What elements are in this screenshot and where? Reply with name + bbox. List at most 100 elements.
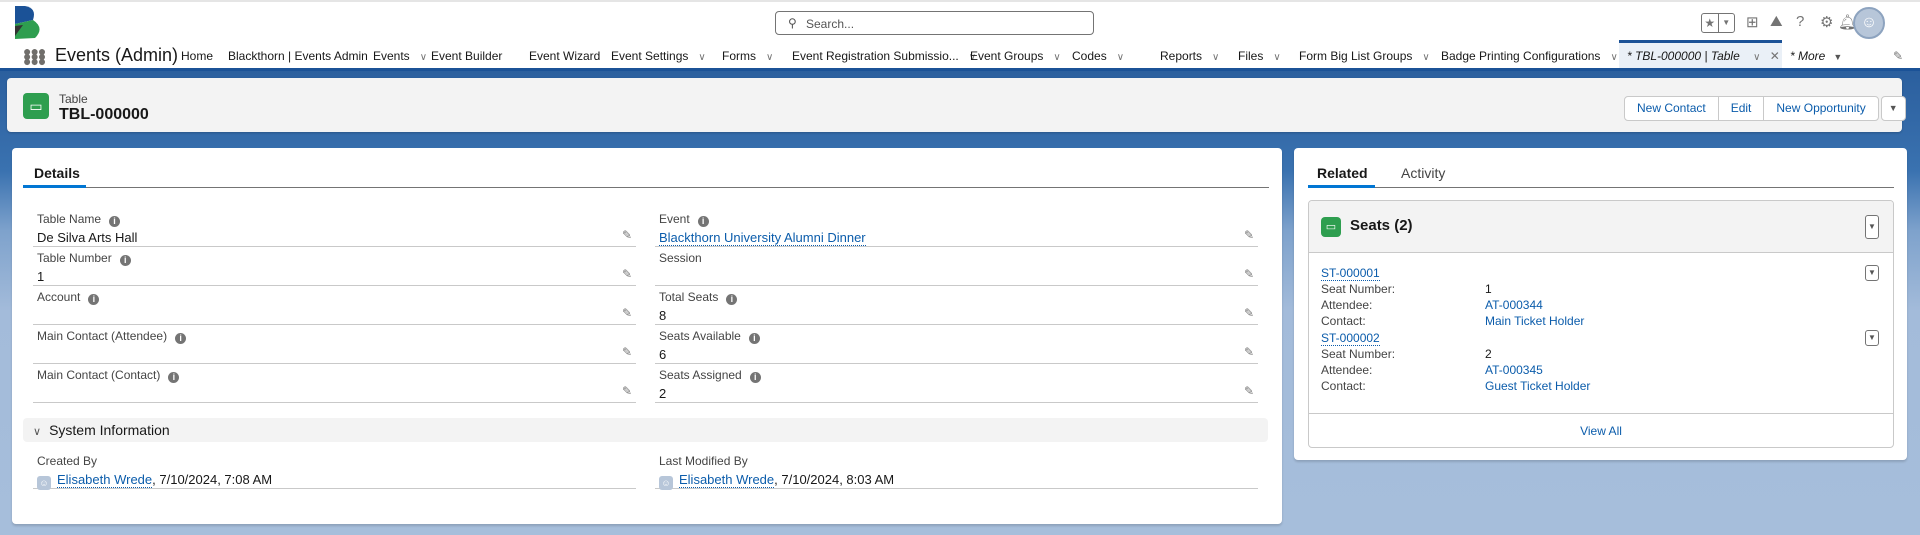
nav-item-label[interactable]: Event Settings [611, 49, 688, 63]
edit-pencil-icon[interactable]: ✎ [1244, 345, 1254, 359]
chevron-down-icon[interactable]: ∨ [1212, 52, 1219, 63]
nav-item-blackthorn-events-admin[interactable]: Blackthorn | Events Admin [228, 49, 368, 63]
chevron-down-icon[interactable]: ∨ [766, 52, 773, 63]
info-icon[interactable]: i [168, 372, 180, 383]
field-value[interactable]: Blackthorn University Alumni Dinner [659, 230, 866, 246]
edit-pencil-icon[interactable]: ✎ [1244, 306, 1254, 320]
nav-item-event-builder[interactable]: Event Builder [431, 49, 502, 63]
info-icon[interactable]: i [749, 372, 761, 383]
nav-item-badge-printing-configurations[interactable]: Badge Printing Configurations ∨ [1441, 49, 1618, 63]
contact-link[interactable]: Main Ticket Holder [1485, 313, 1584, 329]
nav-item-form-big-list-groups[interactable]: Form Big List Groups ∨ [1299, 49, 1430, 63]
favorites-menu-icon[interactable]: ▼ [1717, 14, 1735, 32]
related-list-actions-dropdown[interactable]: ▼ [1865, 215, 1879, 239]
info-icon[interactable]: i [109, 216, 121, 227]
trailhead-icon[interactable]: ⛰ [1770, 13, 1783, 30]
info-icon[interactable]: i [726, 294, 738, 305]
chevron-down-icon[interactable]: ∨ [1753, 52, 1760, 63]
favorites-button[interactable]: ★ ▼ [1701, 13, 1735, 33]
help-icon[interactable]: ? [1796, 13, 1804, 30]
info-icon[interactable]: i [119, 255, 131, 266]
edit-pencil-icon[interactable]: ✎ [1244, 267, 1254, 281]
related-tabset: Related Activity [1308, 148, 1894, 188]
add-icon[interactable]: ⊞ [1746, 13, 1759, 31]
active-tab-label[interactable]: * TBL-000000 | Table [1627, 49, 1740, 63]
nav-item-label[interactable]: Files [1238, 49, 1263, 63]
nav-item-event-settings[interactable]: Event Settings ∨ [611, 49, 706, 63]
nav-item-event-wizard[interactable]: Event Wizard [529, 49, 600, 63]
edit-pencil-icon[interactable]: ✎ [622, 345, 632, 359]
close-icon[interactable]: ✕ [1770, 49, 1780, 63]
user-avatar[interactable]: ☺ [1853, 7, 1885, 39]
edit-pencil-icon[interactable]: ✎ [622, 267, 632, 281]
app-launcher-icon[interactable]: ●●● ●●● ●●● [23, 44, 46, 68]
edit-pencil-icon[interactable]: ✎ [622, 228, 632, 242]
chevron-down-icon[interactable]: ∨ [1422, 52, 1429, 63]
edit-pencil-icon[interactable]: ✎ [1244, 384, 1254, 398]
chevron-down-icon[interactable]: ∨ [1053, 52, 1060, 63]
nav-item-files[interactable]: Files ∨ [1238, 49, 1281, 63]
contact-link[interactable]: Guest Ticket Holder [1485, 378, 1590, 394]
nav-item-home[interactable]: Home [181, 49, 213, 63]
info-icon[interactable]: i [88, 294, 100, 305]
created-by-user-link[interactable]: Elisabeth Wrede [57, 472, 153, 488]
attendee-link[interactable]: AT-000345 [1485, 362, 1543, 378]
nav-item-event-registration-submissio[interactable]: Event Registration Submissio... ∨ [792, 49, 976, 63]
nav-item-label[interactable]: Events [373, 49, 410, 63]
record-actions-dropdown[interactable]: ▼ [1865, 265, 1879, 281]
related-list-title[interactable]: Seats (2) [1350, 217, 1413, 234]
nav-item-label[interactable]: Forms [722, 49, 756, 63]
global-search-input[interactable]: ⚲ Search... [775, 11, 1094, 35]
edit-pencil-icon[interactable]: ✎ [622, 306, 632, 320]
new-opportunity-button[interactable]: New Opportunity [1763, 96, 1879, 121]
modified-by-user-link[interactable]: Elisabeth Wrede [679, 472, 775, 488]
nav-item-event-groups[interactable]: Event Groups ∨ [970, 49, 1061, 63]
nav-item-label[interactable]: Codes [1072, 49, 1107, 63]
field-account: Account i ✎ [33, 286, 636, 325]
system-information-section-toggle[interactable]: ∨ System Information [23, 418, 1268, 442]
edit-pencil-icon[interactable]: ✎ [622, 384, 632, 398]
chevron-down-icon[interactable]: ∨ [420, 52, 427, 63]
nav-item-codes[interactable]: Codes ∨ [1072, 49, 1124, 63]
chevron-down-icon[interactable]: ∨ [698, 52, 705, 63]
nav-item-forms[interactable]: Forms ∨ [722, 49, 773, 63]
view-all-label[interactable]: View All [1580, 424, 1622, 438]
tab-details[interactable]: Details [34, 165, 80, 181]
view-all-link[interactable]: View All [1309, 413, 1893, 447]
nav-more-menu[interactable]: * More ▼ [1790, 49, 1842, 63]
edit-nav-pencil-icon[interactable]: ✎ [1893, 49, 1903, 63]
info-icon[interactable]: i [175, 333, 187, 344]
attendee-link[interactable]: AT-000344 [1485, 297, 1543, 313]
chevron-down-icon[interactable]: ∨ [1610, 52, 1617, 63]
favorites-star-icon[interactable]: ★ [1702, 14, 1718, 32]
record-actions-dropdown[interactable]: ▼ [1865, 330, 1879, 346]
nav-item-label[interactable]: Event Groups [970, 49, 1043, 63]
nav-item-label[interactable]: Blackthorn | Events Admin [228, 49, 368, 63]
nav-item-label[interactable]: Form Big List Groups [1299, 49, 1412, 63]
edit-button[interactable]: Edit [1717, 96, 1765, 121]
setup-gear-icon[interactable]: ⚙ [1820, 13, 1833, 31]
edit-pencil-icon[interactable]: ✎ [1244, 228, 1254, 242]
new-contact-button[interactable]: New Contact [1624, 96, 1719, 121]
blackthorn-logo[interactable] [15, 6, 43, 39]
nav-item-label[interactable]: Event Builder [431, 49, 502, 63]
nav-item-label[interactable]: Home [181, 49, 213, 63]
nav-item-events[interactable]: Events ∨ [373, 49, 427, 63]
info-icon[interactable]: i [697, 216, 709, 227]
seat-record-link[interactable]: ST-000002 [1321, 331, 1380, 346]
chevron-down-icon[interactable]: ∨ [1273, 52, 1280, 63]
nav-item-label[interactable]: Event Registration Submissio... [792, 49, 959, 63]
tab-related[interactable]: Related [1317, 165, 1368, 181]
nav-item-label[interactable]: Badge Printing Configurations [1441, 49, 1600, 63]
tab-record-tbl-000000[interactable]: * TBL-000000 | Table ∨ ✕ [1619, 40, 1782, 68]
more-label[interactable]: * More [1790, 49, 1825, 63]
nav-item-reports[interactable]: Reports ∨ [1160, 49, 1219, 63]
tab-activity[interactable]: Activity [1401, 165, 1445, 181]
seat-record-link[interactable]: ST-000001 [1321, 266, 1380, 281]
more-actions-dropdown[interactable]: ▼ [1880, 96, 1906, 121]
nav-item-label[interactable]: Reports [1160, 49, 1202, 63]
field-value-text[interactable]: Blackthorn University Alumni Dinner [659, 230, 866, 246]
chevron-down-icon[interactable]: ∨ [1117, 52, 1124, 63]
info-icon[interactable]: i [748, 333, 760, 344]
nav-item-label[interactable]: Event Wizard [529, 49, 600, 63]
